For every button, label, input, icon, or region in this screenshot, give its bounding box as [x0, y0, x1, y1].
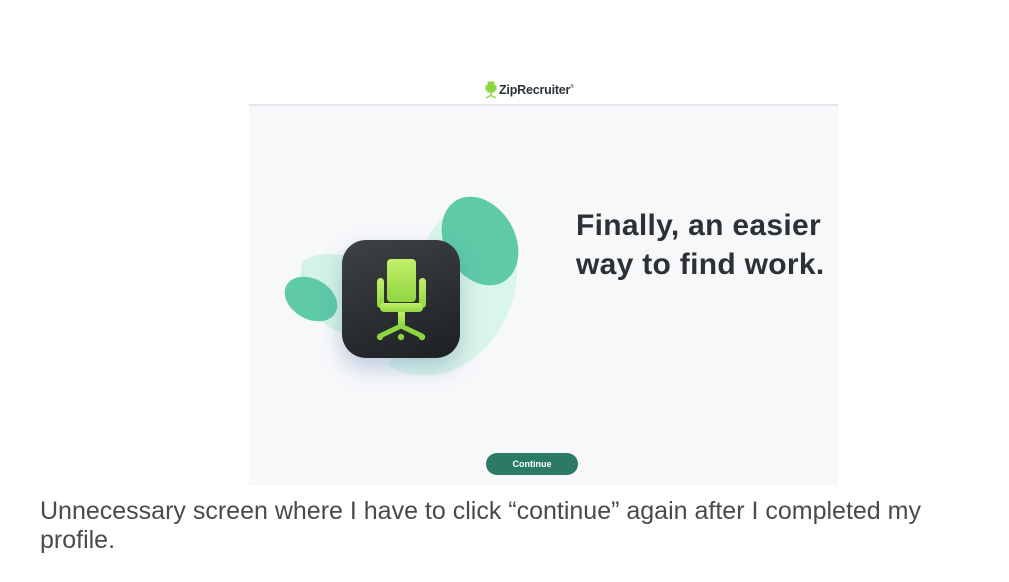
- app-screen: ZipRecruiter ® Finally, an easier way to…: [249, 75, 838, 485]
- headline: Finally, an easier way to find work.: [576, 209, 825, 281]
- office-chair-icon: [485, 81, 497, 99]
- logo-wordmark: ZipRecruiter: [499, 83, 571, 97]
- office-chair-icon: [376, 259, 426, 341]
- logo-trademark: ®: [570, 84, 574, 90]
- top-bar: ZipRecruiter ®: [249, 75, 838, 106]
- caption-text: Unnecessary screen where I have to click…: [40, 497, 921, 554]
- ziprecruiter-logo[interactable]: ZipRecruiter ®: [485, 81, 574, 99]
- continue-button[interactable]: Continue: [486, 453, 578, 475]
- app-icon-tile: [342, 240, 460, 358]
